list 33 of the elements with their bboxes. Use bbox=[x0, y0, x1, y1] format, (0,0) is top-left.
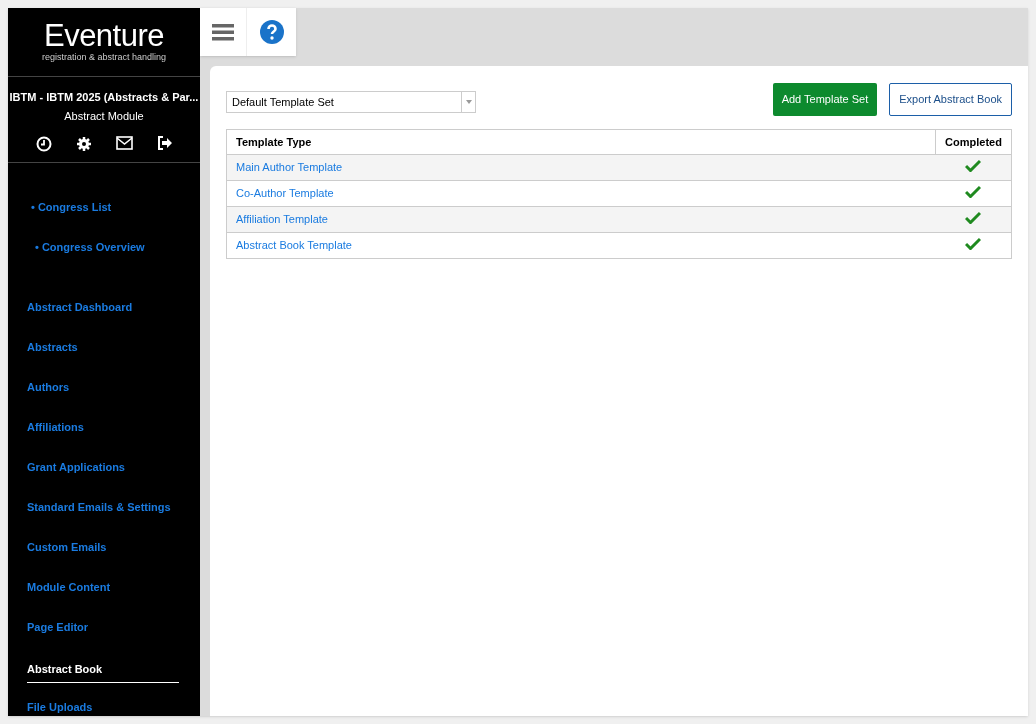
export-button[interactable]: Export Abstract Book bbox=[889, 83, 1012, 116]
logout-icon[interactable] bbox=[156, 136, 173, 150]
column-header: Template Type bbox=[226, 129, 936, 155]
nav-item[interactable]: Abstract Book bbox=[27, 660, 179, 684]
nav-item[interactable]: Abstract Dashboard bbox=[27, 298, 133, 316]
clock-icon[interactable] bbox=[35, 136, 52, 152]
nav-item[interactable]: Page Editor bbox=[27, 618, 89, 636]
help-icon bbox=[258, 19, 285, 45]
nav-item[interactable]: Abstracts bbox=[27, 338, 78, 356]
dropdown-arrow-icon bbox=[465, 100, 472, 104]
logo-title: Eventure bbox=[43, 20, 165, 52]
column-header: Completed bbox=[935, 129, 1012, 155]
nav-item[interactable]: Affiliations bbox=[27, 418, 84, 436]
template-link[interactable]: Abstract Book Template bbox=[236, 239, 352, 252]
nav-item[interactable]: Standard Emails & Settings bbox=[27, 498, 171, 516]
congress-link[interactable]: • Congress Overview bbox=[8, 227, 200, 267]
template-link[interactable]: Main Author Template bbox=[236, 161, 343, 174]
nav-item[interactable]: Module Content bbox=[27, 578, 111, 596]
module-name: Abstract Module bbox=[64, 108, 144, 124]
add-template-set-button[interactable]: Add Template Set bbox=[772, 83, 878, 116]
nav-item[interactable]: Grant Applications bbox=[27, 458, 125, 476]
mail-icon[interactable] bbox=[115, 136, 133, 150]
settings-icon[interactable] bbox=[75, 136, 92, 152]
template-link[interactable]: Co-Author Template bbox=[236, 187, 334, 200]
menu-icon bbox=[212, 23, 234, 41]
nav-item[interactable]: File Uploads bbox=[27, 698, 93, 716]
congress-link[interactable]: • Congress List bbox=[8, 187, 200, 227]
template-link[interactable]: Affiliation Template bbox=[236, 213, 328, 226]
nav-item[interactable]: Custom Emails bbox=[27, 538, 107, 556]
nav-item[interactable]: Authors bbox=[27, 378, 70, 396]
template-set-select[interactable]: Default Template Set bbox=[226, 91, 476, 113]
logo-subtitle: registration & abstract handling bbox=[41, 52, 167, 62]
congress-title: IBTM - IBTM 2025 (Abstracts & Par... bbox=[9, 90, 199, 105]
